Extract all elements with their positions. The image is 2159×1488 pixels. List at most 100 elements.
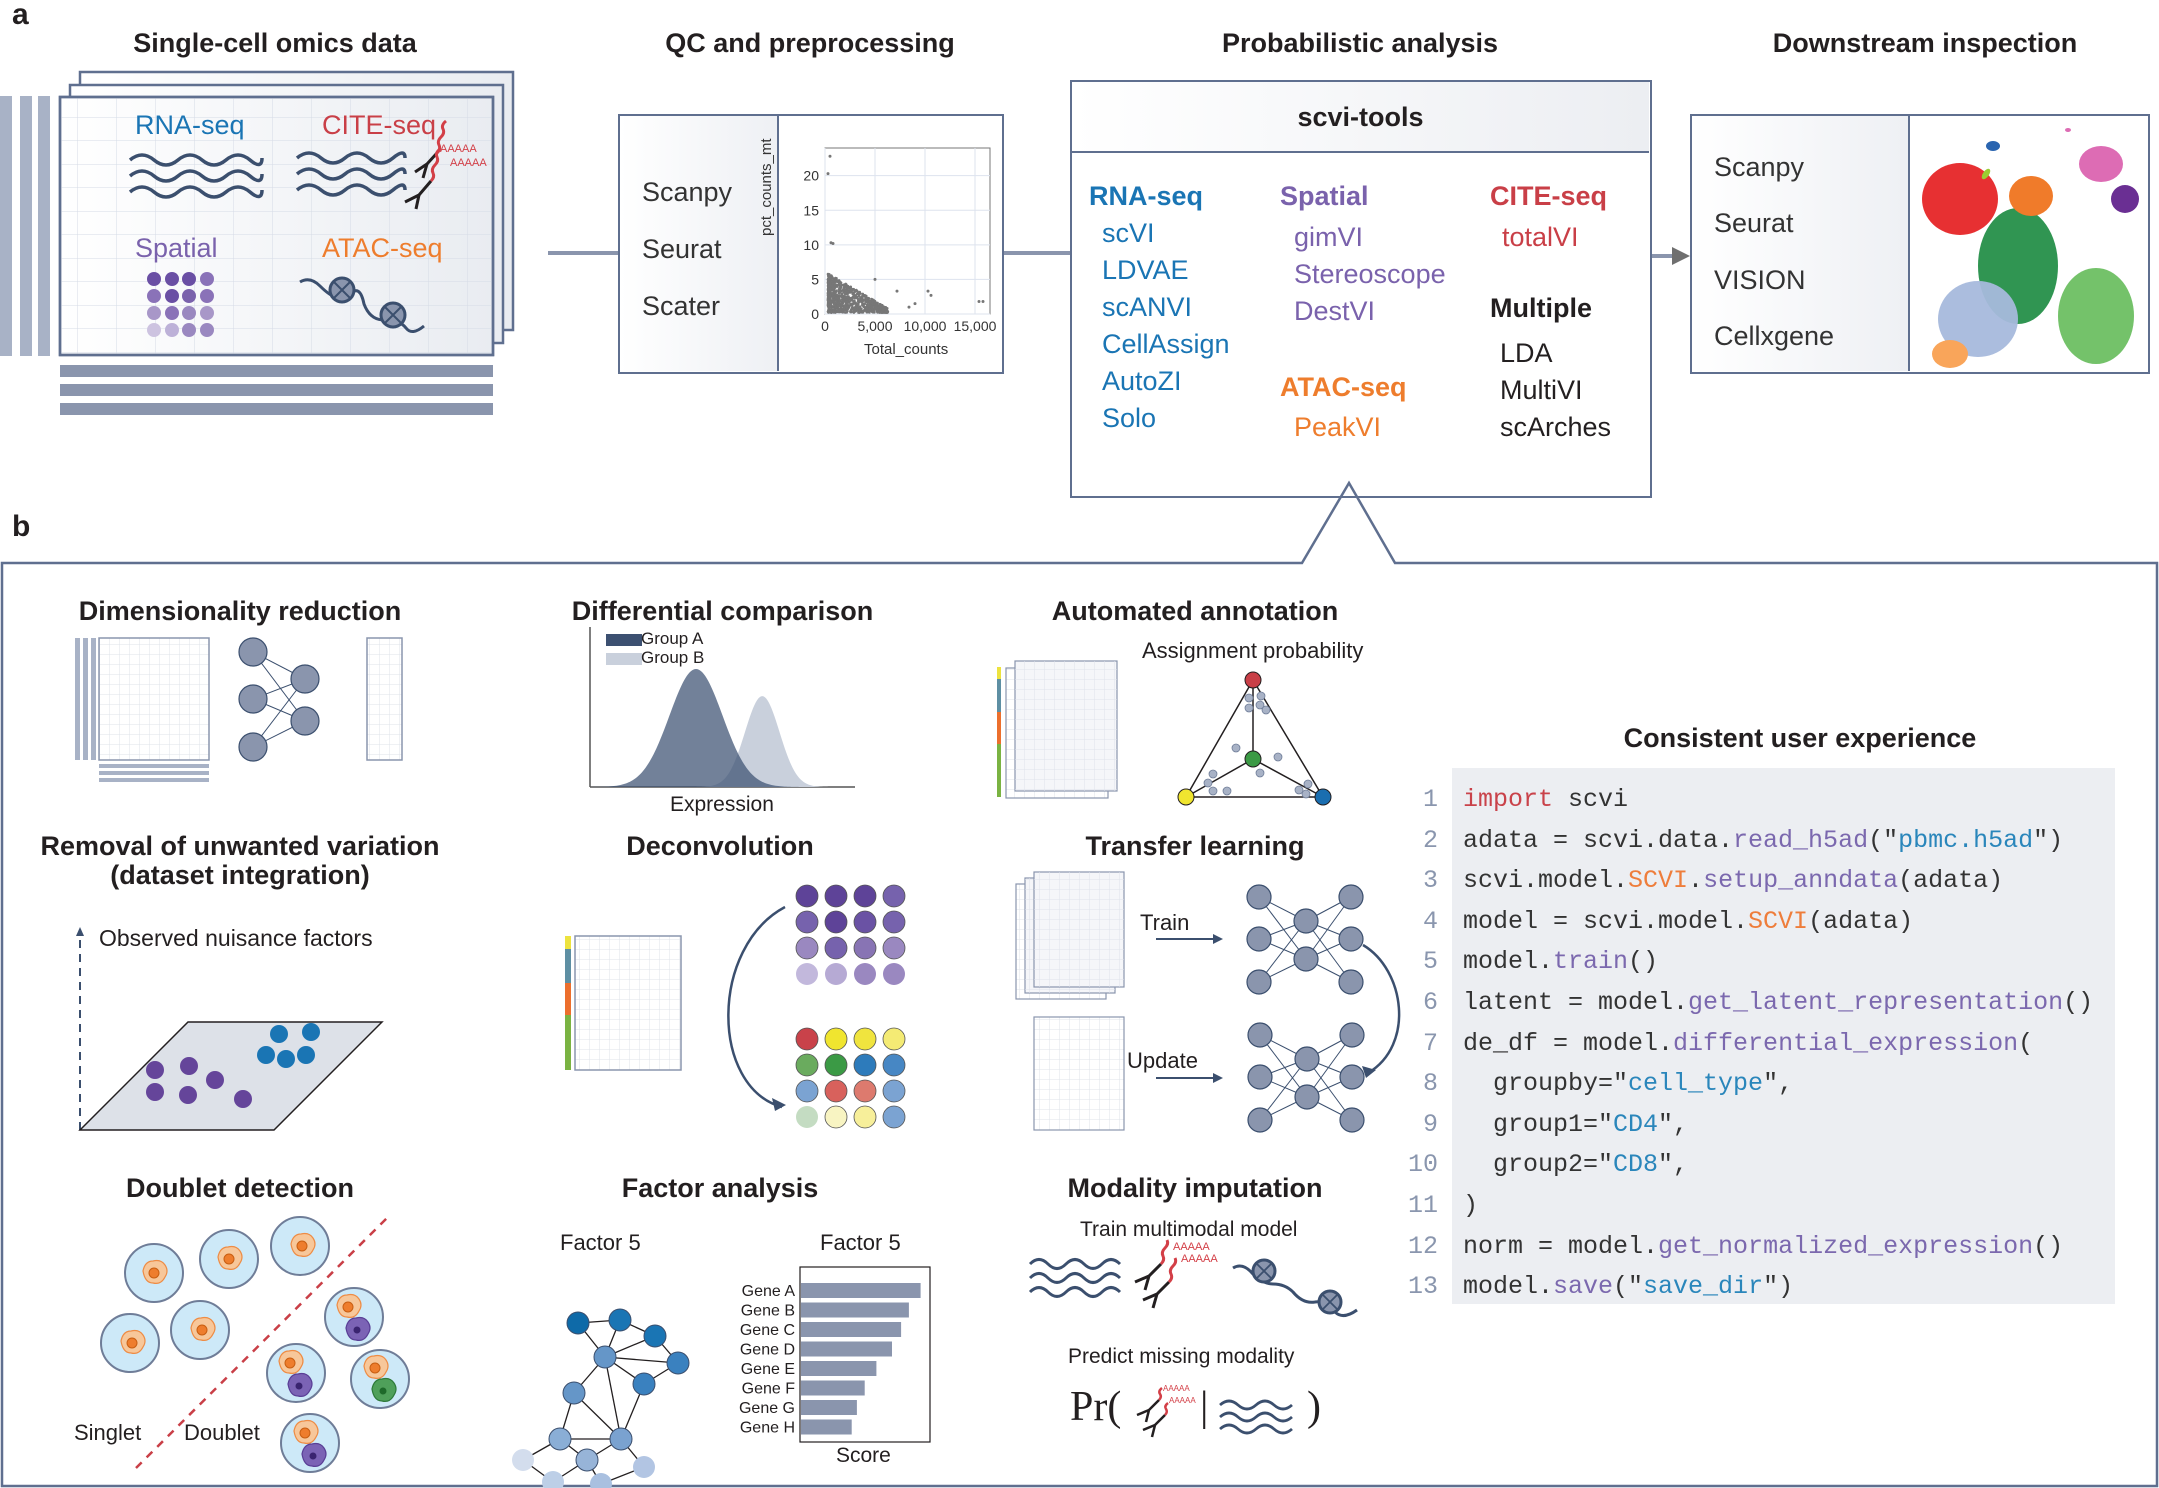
code-token-fn: save <box>1553 1272 1614 1302</box>
code-line: import scvi <box>1463 780 1628 820</box>
rna-wave-icon <box>1219 1399 1293 1435</box>
curved-arrow-icon <box>727 905 786 1109</box>
code-token-plain: model. <box>1463 947 1554 977</box>
code-token-plain: (adata) <box>1808 906 1914 936</box>
antibody-icon: AAAAA AAAAA <box>1136 1384 1196 1438</box>
factor-network-graphic <box>512 1308 690 1488</box>
cell-type-node <box>1177 788 1195 806</box>
code-line: scvi.model.SCVI.setup_anndata(adata) <box>1463 861 2003 901</box>
transfer-update-label: Update <box>1127 1048 1198 1073</box>
section-title-factor: Factor analysis <box>621 1173 819 1203</box>
code-token-plain: norm = model. <box>1463 1231 1659 1261</box>
nn-node <box>1246 884 1272 910</box>
singlet-cell <box>100 1313 160 1373</box>
nn-node <box>1339 1022 1365 1048</box>
code-token-fn: train <box>1553 947 1629 977</box>
singlet-cell <box>124 1243 184 1303</box>
doublet-cell <box>350 1349 410 1409</box>
code-token-plain: (" <box>1613 1272 1644 1302</box>
code-token-plain: ( <box>2018 1028 2034 1058</box>
line-number: 11 <box>1407 1191 1438 1220</box>
code-token-plain: group2=" <box>1463 1150 1614 1180</box>
code-token-plain: latent = model. <box>1463 988 1689 1017</box>
factor-bar <box>801 1400 857 1415</box>
gene-label: Gene C <box>740 1322 795 1339</box>
diffcomp-xlabel: Expression <box>670 793 774 816</box>
section-title-transfer: Transfer learning <box>1085 831 1305 861</box>
integration-graphic <box>76 927 384 1131</box>
svg-text:AAAAA: AAAAA <box>1173 1241 1210 1253</box>
spot-grid-celltypes <box>795 1027 906 1129</box>
code-token-plain: scvi <box>1553 785 1629 814</box>
code-token-plain: de_df = model. <box>1463 1028 1674 1058</box>
nn-node <box>1293 946 1319 972</box>
nn-node <box>1246 969 1272 995</box>
spot-grid-purple <box>795 884 906 985</box>
code-token-plain: (" <box>1868 825 1899 855</box>
doublet-cell <box>324 1287 384 1347</box>
nn-node <box>1294 1084 1320 1110</box>
svg-text:AAAAA: AAAAA <box>1181 1253 1218 1265</box>
code-line: ) <box>1463 1186 1478 1226</box>
factor-bar-title: Factor 5 <box>820 1230 901 1255</box>
code-line: latent = model.get_latent_representation… <box>1463 983 2093 1023</box>
code-line: model.save("save_dir") <box>1463 1267 1793 1307</box>
cell-type-node <box>1314 788 1332 806</box>
svg-text:AAAAA: AAAAA <box>1163 1384 1190 1393</box>
singlet-label: Singlet <box>74 1420 142 1445</box>
code-token-plain: ", <box>1763 1069 1794 1099</box>
nn-node <box>1246 926 1272 952</box>
code-token-fn: read_h5ad <box>1733 825 1869 855</box>
code-token-plain: ") <box>1763 1272 1794 1302</box>
nn-node <box>1294 1046 1320 1072</box>
rna-wave-icon <box>1028 1258 1122 1298</box>
nn-node <box>1247 1107 1273 1133</box>
section-title-annotation: Automated annotation <box>1051 596 1339 626</box>
section-title-imputation: Modality imputation <box>1067 1173 1323 1203</box>
code-token-plain: (adata) <box>1898 866 2004 896</box>
nn-node <box>1339 1107 1365 1133</box>
gene-label: Gene H <box>740 1420 795 1437</box>
imputation-train-label: Train multimodal model <box>1080 1218 1298 1241</box>
autoencoder-icon <box>1247 1022 1365 1133</box>
transfer-train-label: Train <box>1140 910 1190 935</box>
doublet-cell <box>280 1413 340 1473</box>
code-token-fn: get_normalized_expression <box>1658 1231 2034 1261</box>
code-line: group2="CD8", <box>1463 1145 1688 1185</box>
section-title-diffcomp: Differential comparison <box>571 596 874 626</box>
code-token-plain: model = scvi.model. <box>1463 906 1749 936</box>
line-number: 5 <box>1422 947 1438 977</box>
code-token-plain: ) <box>1463 1191 1479 1220</box>
code-token-plain: () <box>2063 988 2094 1017</box>
cell-type-node <box>1244 671 1262 689</box>
gene-label: Gene F <box>742 1381 796 1398</box>
code-token-plain: . <box>1688 866 1704 896</box>
density-group-a <box>590 669 855 787</box>
code-token-plain: scvi.model. <box>1463 866 1629 896</box>
code-line: norm = model.get_normalized_expression() <box>1463 1227 2063 1267</box>
code-token-str: CD4 <box>1613 1109 1659 1139</box>
annotation-graphic <box>997 660 1332 806</box>
line-number: 3 <box>1422 866 1438 896</box>
code-token-plain: ", <box>1658 1109 1689 1139</box>
line-number: 9 <box>1422 1109 1438 1139</box>
factor-bar-chart: Gene A Gene B Gene C Gene D Gene E Gene F Gene… <box>739 1266 931 1443</box>
nn-node <box>1247 1022 1273 1048</box>
arrow-up-icon <box>76 927 84 936</box>
nn-node <box>1338 926 1364 952</box>
legend-group-a: Group A <box>641 629 704 648</box>
singlet-cell <box>199 1229 259 1289</box>
arrow-right-icon <box>1213 934 1223 944</box>
density-plot <box>589 627 855 788</box>
gene-label: Gene D <box>740 1342 795 1359</box>
gene-label: Gene A <box>742 1283 796 1300</box>
legend-group-b: Group B <box>641 648 705 667</box>
legend-swatch <box>606 653 642 665</box>
latent-plane <box>78 1021 384 1131</box>
factor-bar <box>801 1361 877 1376</box>
singlet-cell <box>270 1216 330 1276</box>
code-token-plain: ", <box>1658 1150 1689 1180</box>
doublet-cell <box>266 1343 326 1403</box>
gene-label: Gene E <box>741 1361 795 1378</box>
factor-bar <box>801 1302 909 1318</box>
